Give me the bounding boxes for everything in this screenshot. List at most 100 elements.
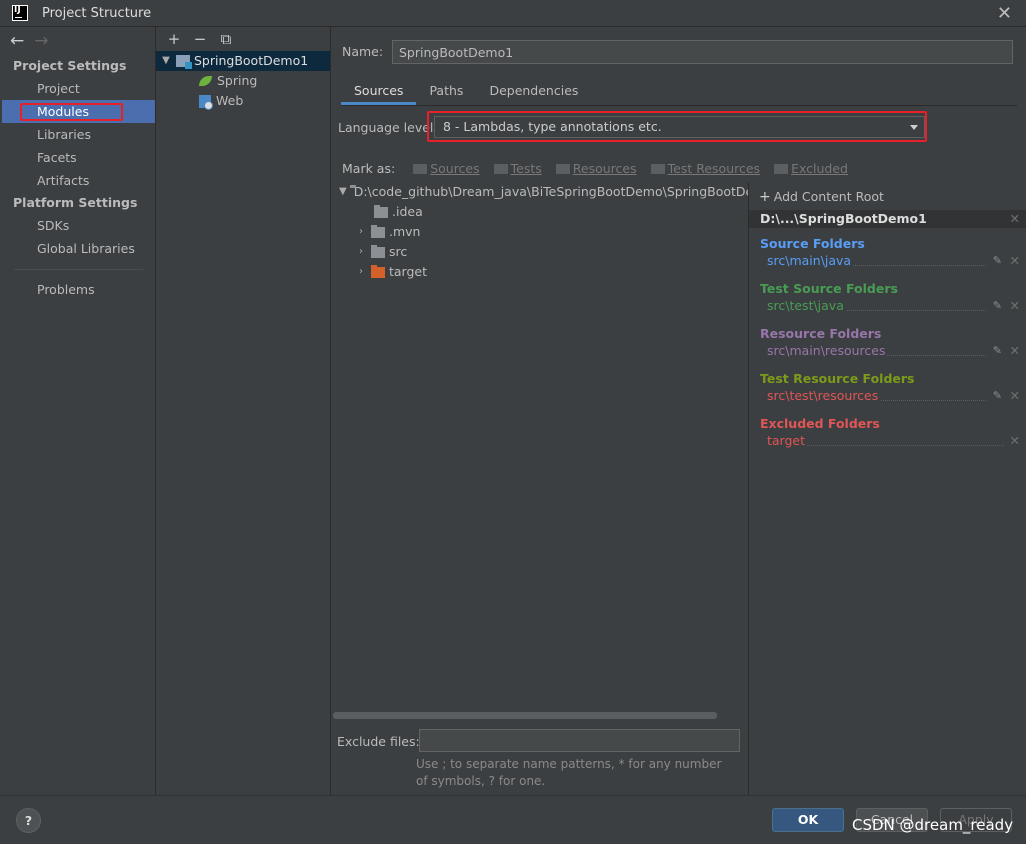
folder-icon xyxy=(493,163,508,174)
forward-arrow-icon[interactable]: → xyxy=(34,31,48,51)
tree-root-row[interactable]: ▼ D:\code_github\Dream_java\BiTeSpringBo… xyxy=(333,182,748,202)
test-resource-folders-group: Test Resource Folders src\test\resources… xyxy=(749,370,1026,404)
mark-resources-button[interactable]: Resources xyxy=(555,161,637,176)
title-bar: Project Structure ✕ xyxy=(0,0,1026,27)
content-folder-tree: ▼ D:\code_github\Dream_java\BiTeSpringBo… xyxy=(333,182,748,712)
mark-sources-button[interactable]: Sources xyxy=(413,161,480,176)
tree-item-label: target xyxy=(389,264,428,279)
remove-icon[interactable]: ✕ xyxy=(1010,342,1020,359)
excluded-folder-icon xyxy=(371,264,385,278)
content-root-header: D:\...\SpringBootDemo1 ✕ xyxy=(749,210,1026,228)
chevron-down-icon[interactable]: ▼ xyxy=(160,51,172,71)
web-icon xyxy=(199,94,213,110)
chevron-right-icon[interactable]: › xyxy=(355,222,367,242)
tree-item-src[interactable]: › src xyxy=(333,242,748,262)
remove-icon[interactable]: ✕ xyxy=(1010,387,1020,404)
remove-content-root-icon[interactable]: ✕ xyxy=(1010,210,1020,228)
folder-icon xyxy=(374,204,388,218)
tree-item-web[interactable]: Web xyxy=(156,91,330,111)
folder-icon xyxy=(555,163,570,174)
group-title: Resource Folders xyxy=(760,326,882,341)
module-name: SpringBootDemo1 xyxy=(194,53,309,68)
remove-icon[interactable]: ✕ xyxy=(1010,297,1020,314)
folder-icon xyxy=(371,224,385,238)
tab-divider xyxy=(341,105,1017,106)
chevron-down-icon[interactable]: ▼ xyxy=(339,182,347,202)
spring-leaf-icon xyxy=(199,76,212,86)
add-content-root-label: Add Content Root xyxy=(773,189,884,204)
remove-icon[interactable]: ✕ xyxy=(1010,252,1020,269)
add-module-button[interactable]: + xyxy=(164,30,184,48)
content-root-path: D:\...\SpringBootDemo1 xyxy=(760,211,927,226)
sidebar-item-global-libraries[interactable]: Global Libraries xyxy=(2,237,155,260)
sidebar-item-sdks[interactable]: SDKs xyxy=(2,214,155,237)
language-level-label: Language level: xyxy=(338,120,438,135)
remove-module-button[interactable]: − xyxy=(190,30,210,48)
tab-dependencies[interactable]: Dependencies xyxy=(476,79,591,105)
edit-pencil-icon[interactable]: ✎ xyxy=(993,342,1002,359)
module-tree-panel: + − ⧉ ▼ SpringBootDemo1 Spring Web xyxy=(156,27,331,795)
sidebar-item-libraries[interactable]: Libraries xyxy=(2,123,155,146)
mark-as-label: Mark as: xyxy=(342,161,396,176)
back-arrow-icon[interactable]: ← xyxy=(10,31,24,51)
folder-path-row: src\main\java ✎ ✕ xyxy=(749,252,1026,269)
tab-sources[interactable]: Sources xyxy=(341,79,417,105)
mark-tests-button[interactable]: Tests xyxy=(493,161,542,176)
folder-path-row: src\test\resources ✎ ✕ xyxy=(749,387,1026,404)
tree-item-label: Web xyxy=(216,93,244,108)
dialog-button-bar: ? OK Cancel Apply CSDN @dream_ready xyxy=(0,795,1026,844)
module-tree-root[interactable]: ▼ SpringBootDemo1 xyxy=(156,51,330,71)
module-name-input[interactable] xyxy=(392,40,1013,64)
help-button[interactable]: ? xyxy=(16,808,41,833)
folder-path: src\main\java xyxy=(767,253,854,268)
folder-path: target xyxy=(767,433,808,448)
test-source-folders-group: Test Source Folders src\test\java ✎ ✕ xyxy=(749,280,1026,314)
sidebar-item-problems[interactable]: Problems xyxy=(2,278,155,301)
group-title: Excluded Folders xyxy=(760,416,880,431)
tree-item-spring[interactable]: Spring xyxy=(156,71,330,91)
excluded-folders-group: Excluded Folders target ✕ xyxy=(749,415,1026,449)
sidebar-item-artifacts[interactable]: Artifacts xyxy=(2,169,155,192)
chevron-right-icon[interactable]: › xyxy=(355,242,367,262)
tab-paths[interactable]: Paths xyxy=(416,79,476,105)
name-label: Name: xyxy=(342,44,384,59)
mark-test-resources-button[interactable]: Test Resources xyxy=(650,161,760,176)
sidebar-item-project[interactable]: Project xyxy=(2,77,155,100)
sidebar-item-modules[interactable]: Modules xyxy=(2,100,155,123)
edit-pencil-icon[interactable]: ✎ xyxy=(993,297,1002,314)
section-platform-settings: Platform Settings xyxy=(13,195,138,210)
folder-path: src\test\java xyxy=(767,298,846,313)
intellij-logo-icon xyxy=(12,5,28,21)
module-detail-panel: Name: Sources Paths Dependencies Languag… xyxy=(331,27,1026,795)
chevron-right-icon[interactable]: › xyxy=(355,262,367,282)
section-project-settings: Project Settings xyxy=(13,58,127,73)
folder-icon xyxy=(650,163,665,174)
close-window-icon[interactable]: ✕ xyxy=(997,3,1012,24)
tree-item-idea[interactable]: .idea xyxy=(333,202,748,222)
group-title: Source Folders xyxy=(760,236,865,251)
edit-pencil-icon[interactable]: ✎ xyxy=(993,252,1002,269)
tree-item-target[interactable]: › target xyxy=(333,262,748,282)
exclude-files-label: Exclude files: xyxy=(337,734,420,749)
copy-module-button[interactable]: ⧉ xyxy=(216,30,236,48)
highlight-box xyxy=(20,103,123,121)
remove-icon[interactable]: ✕ xyxy=(1010,432,1020,449)
tree-item-label: Spring xyxy=(217,73,258,88)
add-content-root-button[interactable]: + Add Content Root xyxy=(759,189,884,205)
nav-arrows: ← → xyxy=(2,27,155,55)
horizontal-scrollbar[interactable] xyxy=(333,712,717,719)
edit-pencil-icon[interactable]: ✎ xyxy=(993,387,1002,404)
tree-item-label: .mvn xyxy=(389,224,421,239)
folder-icon xyxy=(371,244,385,258)
exclude-files-input[interactable] xyxy=(419,729,740,752)
tree-item-mvn[interactable]: › .mvn xyxy=(333,222,748,242)
folder-icon xyxy=(413,163,428,174)
folder-icon xyxy=(774,163,789,174)
folder-path-row: src\main\resources ✎ ✕ xyxy=(749,342,1026,359)
mark-excluded-button[interactable]: Excluded xyxy=(774,161,848,176)
plus-icon: + xyxy=(759,189,771,205)
ok-button[interactable]: OK xyxy=(772,808,844,832)
module-toolbar: + − ⧉ xyxy=(156,27,330,51)
sidebar-item-facets[interactable]: Facets xyxy=(2,146,155,169)
module-tabs: Sources Paths Dependencies xyxy=(341,79,591,105)
